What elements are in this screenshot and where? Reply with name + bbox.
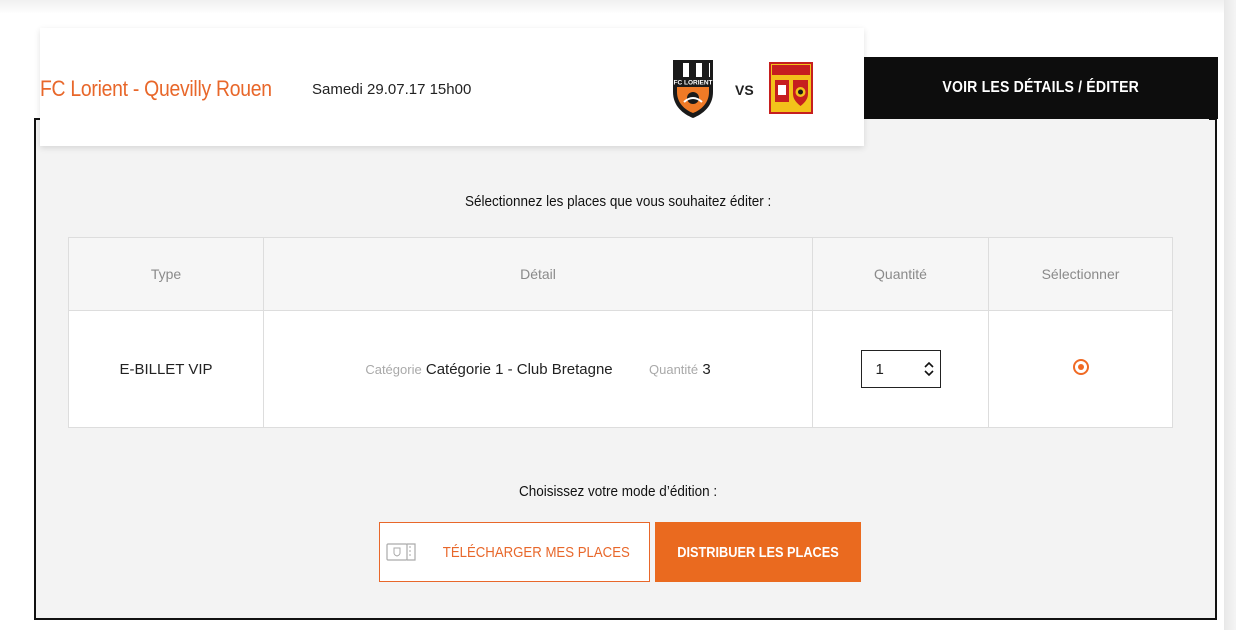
download-tickets-button[interactable]: TÉLÉCHARGER MES PLACES xyxy=(379,522,650,582)
category-label: Catégorie xyxy=(365,361,422,377)
header-type: Type xyxy=(68,237,264,311)
header-quantity: Quantité xyxy=(812,237,989,311)
download-tickets-label: TÉLÉCHARGER MES PLACES xyxy=(442,543,631,561)
view-details-label: VOIR LES DÉTAILS / ÉDITER xyxy=(942,79,1140,96)
home-crest-text: FC LORIENT xyxy=(674,80,713,87)
stepper-arrows xyxy=(923,361,934,377)
chevron-down-icon[interactable] xyxy=(923,369,934,377)
ticket-type: E-BILLET VIP xyxy=(68,310,264,428)
top-shadow xyxy=(0,0,1224,14)
vs-label: VS xyxy=(735,82,754,98)
quantity-label: Quantité xyxy=(649,361,699,377)
table-header-row: Type Détail Quantité Sélectionner xyxy=(68,237,1173,311)
quevilly-rouen-crest-icon xyxy=(769,62,813,114)
ticket-icon xyxy=(386,543,416,561)
ticket-detail: Catégorie Catégorie 1 - Club Bretagne Qu… xyxy=(263,310,813,428)
distribute-tickets-button[interactable]: DISTRIBUER LES PLACES xyxy=(655,522,861,582)
quantity-stepper[interactable]: 1 xyxy=(860,350,941,388)
edition-mode-prompt: Choisissez votre mode d’édition : xyxy=(518,483,718,500)
distribute-tickets-label: DISTRIBUER LES PLACES xyxy=(677,543,839,561)
category-value: Catégorie 1 - Club Bretagne xyxy=(425,360,613,378)
table-row: E-BILLET VIP Catégorie Catégorie 1 - Clu… xyxy=(68,310,1173,428)
quantity-input-value[interactable]: 1 xyxy=(876,361,884,378)
chevron-up-icon[interactable] xyxy=(923,361,934,369)
match-date: Samedi 29.07.17 15h00 xyxy=(312,81,472,98)
quantity-cell: 1 xyxy=(812,310,989,428)
header-detail: Détail xyxy=(263,237,813,311)
select-radio[interactable] xyxy=(1072,359,1089,375)
fc-lorient-crest-icon: FC LORIENT xyxy=(673,60,713,118)
quantity-value: 3 xyxy=(702,360,711,378)
header-select: Sélectionner xyxy=(988,237,1173,311)
select-cell xyxy=(988,310,1173,428)
view-details-button[interactable]: VOIR LES DÉTAILS / ÉDITER xyxy=(864,57,1218,119)
right-scroll-gutter xyxy=(1224,0,1236,630)
match-title: FC Lorient - Quevilly Rouen xyxy=(40,76,272,101)
tickets-table: Type Détail Quantité Sélectionner E-BILL… xyxy=(68,237,1173,428)
select-seats-prompt: Sélectionnez les places que vous souhait… xyxy=(464,193,772,210)
